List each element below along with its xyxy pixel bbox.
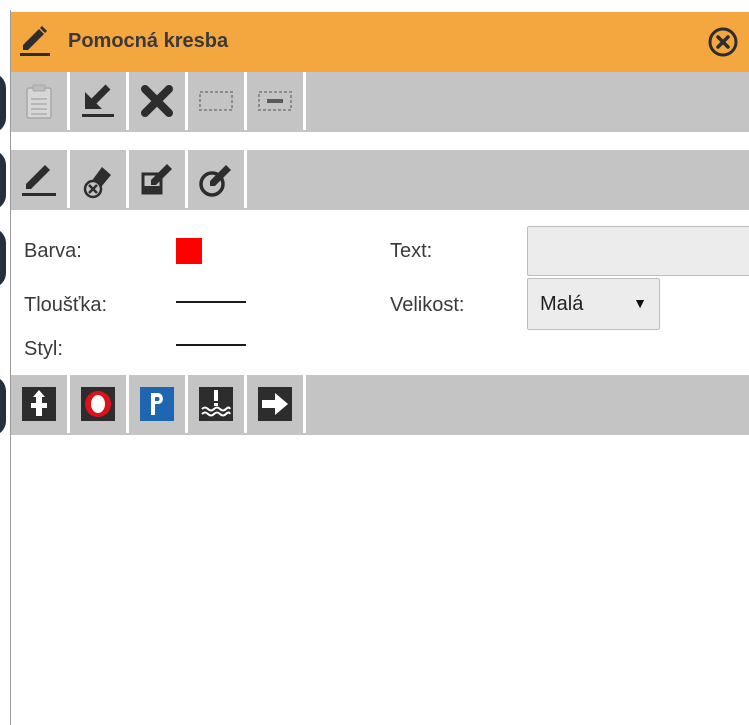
thickness-sample[interactable]: [176, 301, 246, 303]
draw-circle-button[interactable]: [188, 150, 247, 208]
panel-title: Pomocná kresba: [68, 30, 229, 52]
fill-polygon-icon: [141, 164, 172, 195]
close-circle-icon[interactable]: [707, 26, 739, 58]
parking-sign-button[interactable]: [129, 375, 188, 433]
select-rectangle-icon: [199, 91, 233, 111]
style-label: Styl:: [24, 338, 63, 360]
color-swatch[interactable]: [176, 238, 202, 264]
paste-button[interactable]: [11, 72, 70, 130]
edit-toolbar: [11, 72, 749, 132]
arrow-right-icon: [258, 387, 292, 421]
select-rectangle-button[interactable]: [188, 72, 247, 130]
hydrant-icon: [22, 387, 56, 421]
text-label: Text:: [390, 240, 433, 262]
style-sample[interactable]: [176, 344, 246, 346]
hydrant-button[interactable]: [11, 375, 70, 433]
title-bar: Pomocná kresba: [11, 12, 749, 72]
symbols-toolbar: [11, 375, 749, 435]
import-button[interactable]: [70, 72, 129, 130]
draw-circle-icon: [199, 165, 231, 197]
paste-icon: [26, 84, 52, 119]
drawing-panel: Pomocná kresba Barva: Tloušťka: Styl: Te…: [10, 10, 749, 725]
arrow-right-button[interactable]: [247, 375, 306, 433]
draw-toolbar: [11, 150, 749, 210]
import-arrow-icon: [82, 84, 114, 117]
pencil-icon: [20, 26, 50, 56]
color-label: Barva:: [24, 240, 82, 262]
size-select-value: Malá: [540, 293, 584, 315]
step-marker-2: [0, 150, 6, 210]
size-select[interactable]: Malá ▼: [527, 278, 660, 330]
thickness-label: Tloušťka:: [24, 294, 108, 316]
water-source-button[interactable]: [188, 375, 247, 433]
step-marker-3: [0, 228, 6, 288]
step-marker-1: [0, 73, 6, 133]
erase-point-icon: [83, 167, 111, 199]
delete-button[interactable]: [129, 72, 188, 130]
fill-polygon-button[interactable]: [129, 150, 188, 208]
draw-line-button[interactable]: [11, 150, 70, 208]
draw-pencil-icon: [22, 165, 56, 196]
step-marker-4: [0, 376, 6, 436]
dropdown-arrow-icon: ▼: [633, 295, 647, 311]
size-label: Velikost:: [390, 294, 465, 316]
erase-point-button[interactable]: [70, 150, 129, 208]
no-entry-sign-icon: [81, 387, 115, 421]
no-entry-sign-button[interactable]: [70, 375, 129, 433]
deselect-rectangle-icon: [258, 91, 292, 111]
parking-sign-icon: [140, 387, 174, 421]
water-source-icon: [199, 387, 233, 421]
text-input[interactable]: [527, 226, 749, 276]
deselect-rectangle-button[interactable]: [247, 72, 306, 130]
delete-x-icon: [141, 85, 173, 117]
